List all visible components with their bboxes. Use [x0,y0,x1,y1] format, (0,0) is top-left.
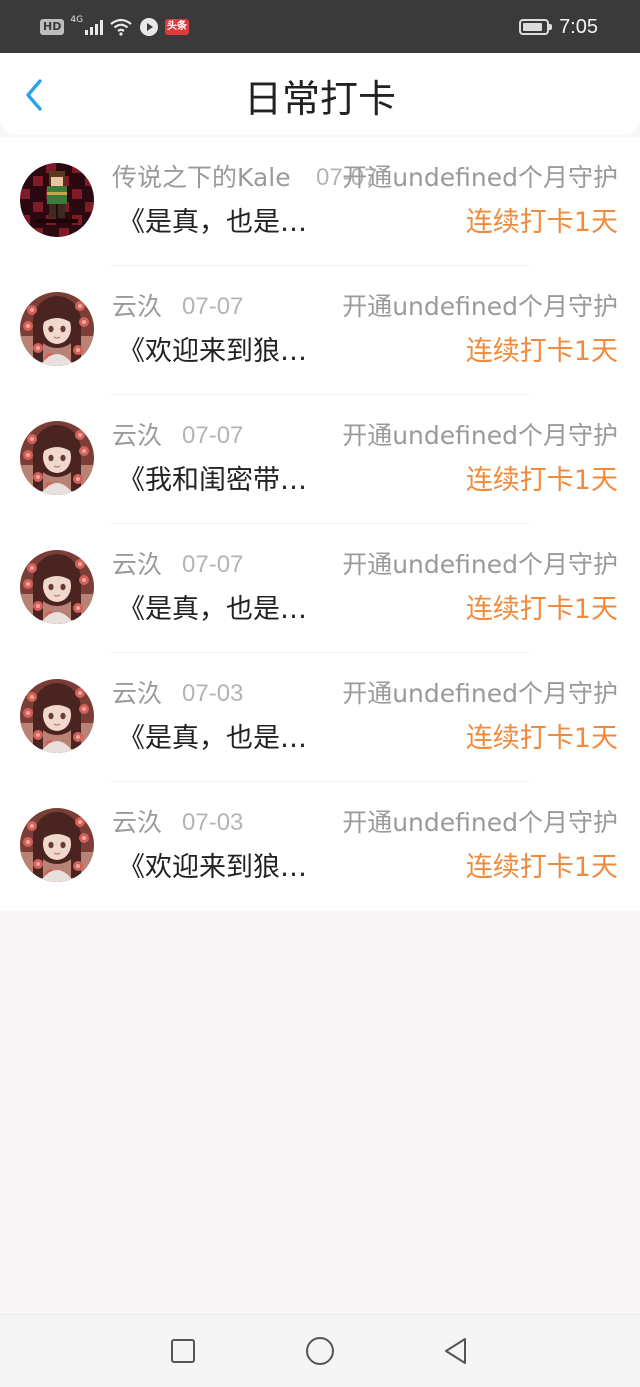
user-name: 云汣 [112,550,163,579]
guard-status: 开通undefined个月守护 [342,292,618,321]
user-name: 云汣 [112,421,163,450]
back-triangle-icon [445,1338,466,1364]
post-title[interactable]: 《欢迎来到狼… [118,334,307,370]
streak-badge: 连续打卡1天 [465,594,618,625]
list-item[interactable]: 云汣 07-03 开通undefined个月守护 《欢迎来到狼… 连续打卡1天 [0,782,640,911]
anime-girl-avatar-image [20,808,94,882]
post-date: 07-07 [182,551,244,578]
news-app-icon: 头条 [165,19,190,35]
post-title[interactable]: 《是真，也是… [118,721,307,757]
post-date: 07-07 [182,293,244,320]
list-item[interactable]: 云汣 07-07 开通undefined个月守护 《是真，也是… 连续打卡1天 [0,524,640,653]
list-item[interactable]: 云汣 07-07 开通undefined个月守护 《我和闺密带… 连续打卡1天 [0,395,640,524]
list-item[interactable]: 传说之下的Kale 07-07 开通undefined个月守护 《是真，也是… … [0,137,640,266]
anime-girl-avatar-image [20,292,94,366]
nav-back-button[interactable] [437,1333,473,1369]
wifi-icon [110,18,132,36]
hd-icon: HD [40,19,65,35]
home-button[interactable] [302,1333,338,1369]
streak-badge: 连续打卡1天 [465,723,618,754]
status-indicators: HD 4G 头条 [40,14,190,40]
anime-girl-avatar-image [20,421,94,495]
post-title[interactable]: 《是真，也是… [118,592,307,628]
header: 日常打卡 [0,53,640,135]
play-icon [140,18,159,36]
guard-status: 开通undefined个月守护 [342,421,618,450]
avatar[interactable] [20,808,94,882]
streak-badge: 连续打卡1天 [465,852,618,883]
user-name: 云汣 [112,292,163,321]
anime-girl-avatar-image [20,679,94,753]
streak-badge: 连续打卡1天 [465,207,618,238]
avatar[interactable] [20,550,94,624]
guard-status: 开通undefined个月守护 [342,808,618,837]
user-name: 云汣 [112,679,163,708]
post-title[interactable]: 《是真，也是… [118,205,307,241]
guard-status: 开通undefined个月守护 [342,550,618,579]
avatar[interactable] [20,163,94,237]
avatar[interactable] [20,421,94,495]
signal-icon [85,19,104,35]
post-title[interactable]: 《欢迎来到狼… [118,850,307,886]
post-title[interactable]: 《我和闺密带… [118,463,307,499]
post-date: 07-07 [182,422,244,449]
status-right: 7:05 [519,14,598,40]
home-icon [306,1337,334,1365]
network-type-label: 4G [70,15,84,25]
guard-status: 开通undefined个月守护 [342,163,618,192]
post-date: 07-03 [182,680,244,707]
user-name: 云汣 [112,808,163,837]
avatar[interactable] [20,679,94,753]
checkin-list: 传说之下的Kale 07-07 开通undefined个月守护 《是真，也是… … [0,137,640,911]
battery-icon [519,19,553,35]
recent-apps-button[interactable] [165,1333,201,1369]
system-nav-bar [0,1314,640,1387]
guard-status: 开通undefined个月守护 [342,679,618,708]
list-item[interactable]: 云汣 07-07 开通undefined个月守护 《欢迎来到狼… 连续打卡1天 [0,266,640,395]
status-time: 7:05 [559,15,598,38]
anime-girl-avatar-image [20,550,94,624]
streak-badge: 连续打卡1天 [465,336,618,367]
avatar[interactable] [20,292,94,366]
post-date: 07-03 [182,809,244,836]
status-bar: HD 4G 头条 7:05 [0,0,640,53]
recent-apps-icon [171,1339,195,1363]
list-item[interactable]: 云汣 07-03 开通undefined个月守护 《是真，也是… 连续打卡1天 [0,653,640,782]
user-name: 传说之下的Kale [112,163,291,192]
streak-badge: 连续打卡1天 [465,465,618,496]
pixel-character-avatar-image [20,163,94,237]
page-title: 日常打卡 [243,77,396,121]
